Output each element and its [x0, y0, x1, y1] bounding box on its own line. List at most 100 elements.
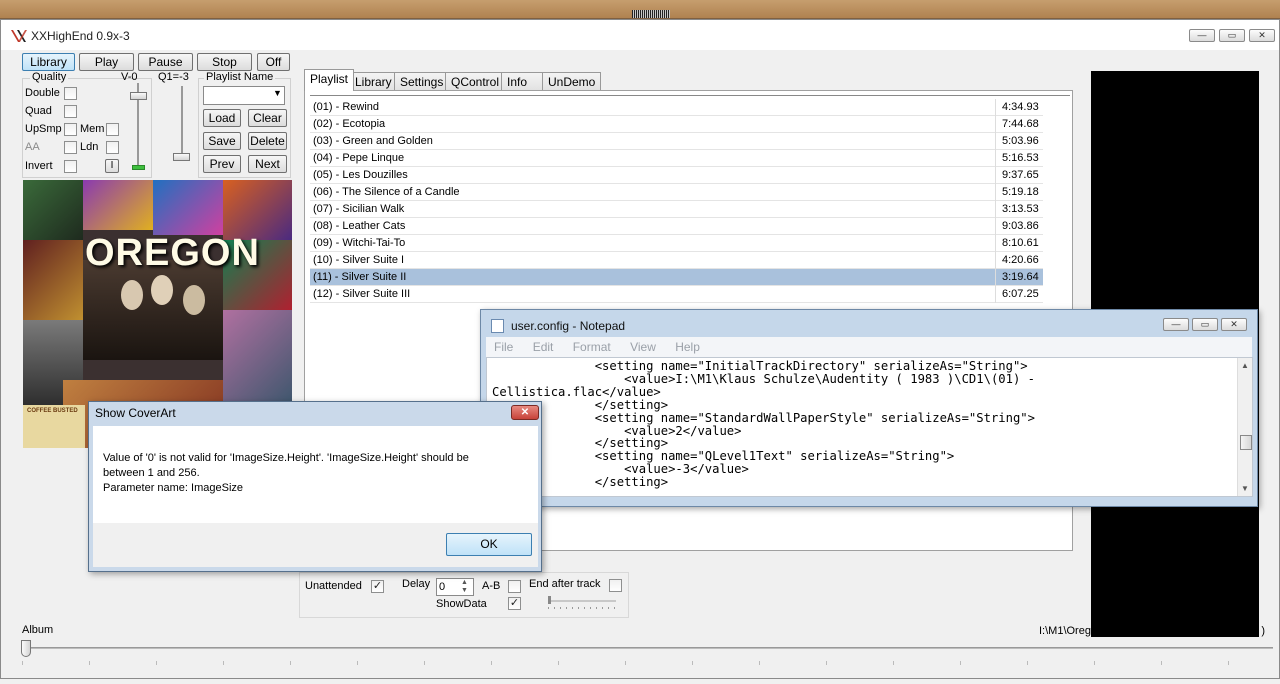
- unattended-label: Unattended: [305, 580, 362, 592]
- dialog-body: Value of '0' is not valid for 'ImageSize…: [93, 426, 538, 523]
- upsmp-checkbox[interactable]: [64, 123, 77, 136]
- track-title: (04) - Pepe Linque: [313, 152, 405, 164]
- menu-help[interactable]: Help: [675, 340, 700, 354]
- tab-qcontrol[interactable]: QControl: [445, 72, 506, 90]
- i-button[interactable]: I: [105, 159, 119, 173]
- slider-tick: [1094, 661, 1095, 665]
- delay-spinner[interactable]: 0 ▲ ▼: [436, 578, 474, 596]
- double-label: Double: [25, 87, 60, 99]
- dialog-line-1: Value of '0' is not valid for 'ImageSize…: [103, 452, 469, 464]
- quad-checkbox[interactable]: [64, 105, 77, 118]
- column-separator: [995, 150, 996, 167]
- ok-button[interactable]: OK: [446, 533, 532, 556]
- playlist-row[interactable]: (01) - Rewind 4:34.93: [310, 99, 1043, 116]
- aa-checkbox[interactable]: [64, 141, 77, 154]
- playlist-row[interactable]: (02) - Ecotopia 7:44.68: [310, 116, 1043, 133]
- playlist-row[interactable]: (07) - Sicilian Walk 3:13.53: [310, 201, 1043, 218]
- mini-slider-thumb[interactable]: [548, 596, 551, 604]
- notepad-minimize-button[interactable]: —: [1163, 318, 1189, 331]
- menu-file[interactable]: File: [494, 340, 513, 354]
- track-duration: 4:20.66: [1002, 254, 1039, 266]
- chevron-down-icon: ▼: [273, 88, 282, 98]
- scroll-thumb[interactable]: [1240, 435, 1252, 450]
- showdata-checkbox[interactable]: ✓: [508, 597, 521, 610]
- ab-checkbox[interactable]: [508, 580, 521, 593]
- tab-playlist[interactable]: Playlist: [304, 69, 355, 91]
- ldn-label: Ldn: [80, 141, 99, 153]
- notepad-scrollbar[interactable]: ▲ ▼: [1237, 358, 1252, 496]
- end-after-track-checkbox[interactable]: [609, 579, 622, 592]
- tab-library[interactable]: Library: [349, 72, 398, 90]
- double-checkbox[interactable]: [64, 87, 77, 100]
- invert-checkbox[interactable]: [64, 160, 77, 173]
- track-title: (09) - Witchi-Tai-To: [313, 237, 406, 249]
- pause-button[interactable]: Pause: [138, 53, 193, 71]
- playlist-name-combo[interactable]: ▼: [203, 86, 285, 105]
- q-slider-thumb[interactable]: [173, 153, 190, 161]
- delete-button[interactable]: Delete: [248, 132, 287, 150]
- mem-label: Mem: [80, 123, 105, 135]
- playlist-list: (01) - Rewind 4:34.93 (02) - Ecotopia 7:44.…: [310, 99, 1043, 303]
- drag-grip[interactable]: [632, 10, 670, 18]
- off-button[interactable]: Off: [257, 53, 290, 71]
- notepad-close-button[interactable]: ✕: [1221, 318, 1247, 331]
- menu-view[interactable]: View: [630, 340, 656, 354]
- track-duration: 8:10.61: [1002, 237, 1039, 249]
- track-title: (11) - Silver Suite II: [313, 271, 407, 283]
- slider-tick: [558, 661, 559, 665]
- playlist-row[interactable]: (06) - The Silence of a Candle 5:19.18: [310, 184, 1043, 201]
- ldn-checkbox[interactable]: [106, 141, 119, 154]
- track-duration: 9:37.65: [1002, 169, 1039, 181]
- play-button[interactable]: Play: [79, 53, 134, 71]
- playlist-row[interactable]: (09) - Witchi-Tai-To 8:10.61: [310, 235, 1043, 252]
- slider-tick: [156, 661, 157, 665]
- v-slider-thumb[interactable]: [130, 92, 147, 100]
- clear-button[interactable]: Clear: [248, 109, 287, 127]
- playlist-row[interactable]: (05) - Les Douzilles 9:37.65: [310, 167, 1043, 184]
- tab-undemo[interactable]: UnDemo: [542, 72, 602, 90]
- tab-settings[interactable]: Settings: [394, 72, 450, 90]
- unattended-checkbox[interactable]: ✓: [371, 580, 384, 593]
- menu-edit[interactable]: Edit: [533, 340, 554, 354]
- stop-button[interactable]: Stop: [197, 53, 252, 71]
- scroll-up-icon[interactable]: ▲: [1241, 361, 1249, 370]
- maximize-button[interactable]: ▭: [1219, 29, 1245, 42]
- save-button[interactable]: Save: [203, 132, 241, 150]
- slider-tick: [22, 661, 23, 665]
- minimize-button[interactable]: —: [1189, 29, 1215, 42]
- playlist-row[interactable]: (11) - Silver Suite II 3:19.64: [310, 269, 1043, 286]
- tab-info[interactable]: Info: [501, 72, 543, 90]
- upsmp-label: UpSmp: [25, 123, 62, 135]
- track-duration: 4:34.93: [1002, 101, 1039, 113]
- track-title: (12) - Silver Suite III: [313, 288, 411, 300]
- show-coverart-dialog: Show CoverArt ✕ Value of '0' is not vali…: [88, 401, 542, 572]
- next-button[interactable]: Next: [248, 155, 287, 173]
- playlist-row[interactable]: (03) - Green and Golden 5:03.96: [310, 133, 1043, 150]
- prev-button[interactable]: Prev: [203, 155, 241, 173]
- playlist-row[interactable]: (10) - Silver Suite I 4:20.66: [310, 252, 1043, 269]
- playlist-row[interactable]: (12) - Silver Suite III 6:07.25: [310, 286, 1043, 303]
- notepad-maximize-button[interactable]: ▭: [1192, 318, 1218, 331]
- menu-format[interactable]: Format: [573, 340, 611, 354]
- scroll-down-icon[interactable]: ▼: [1241, 484, 1249, 493]
- column-separator: [995, 184, 996, 201]
- track-duration: 3:13.53: [1002, 203, 1039, 215]
- position-slider-track: [23, 647, 1273, 649]
- library-button[interactable]: Library: [22, 53, 75, 71]
- load-button[interactable]: Load: [203, 109, 241, 127]
- dialog-close-button[interactable]: ✕: [511, 405, 539, 420]
- track-duration: 3:19.64: [1002, 271, 1039, 283]
- playlist-row[interactable]: (08) - Leather Cats 9:03.86: [310, 218, 1043, 235]
- mini-slider-track: [548, 600, 616, 602]
- spinner-arrows-icon: ▲ ▼: [461, 579, 468, 594]
- quad-label: Quad: [25, 105, 52, 117]
- playlist-row[interactable]: (04) - Pepe Linque 5:16.53: [310, 150, 1043, 167]
- close-button[interactable]: ✕: [1249, 29, 1275, 42]
- position-slider-thumb[interactable]: [21, 640, 31, 657]
- notepad-editor[interactable]: <setting name="InitialTrackDirectory" se…: [486, 357, 1253, 497]
- slider-tick: [1228, 661, 1229, 665]
- title-bar: XXHighEnd 0.9x-3 — ▭ ✕: [1, 20, 1279, 50]
- file-path: I:\M1\Oregon\Beyond Words [Chesky] ( 199…: [1039, 625, 1266, 637]
- mem-checkbox[interactable]: [106, 123, 119, 136]
- slider-tick: [893, 661, 894, 665]
